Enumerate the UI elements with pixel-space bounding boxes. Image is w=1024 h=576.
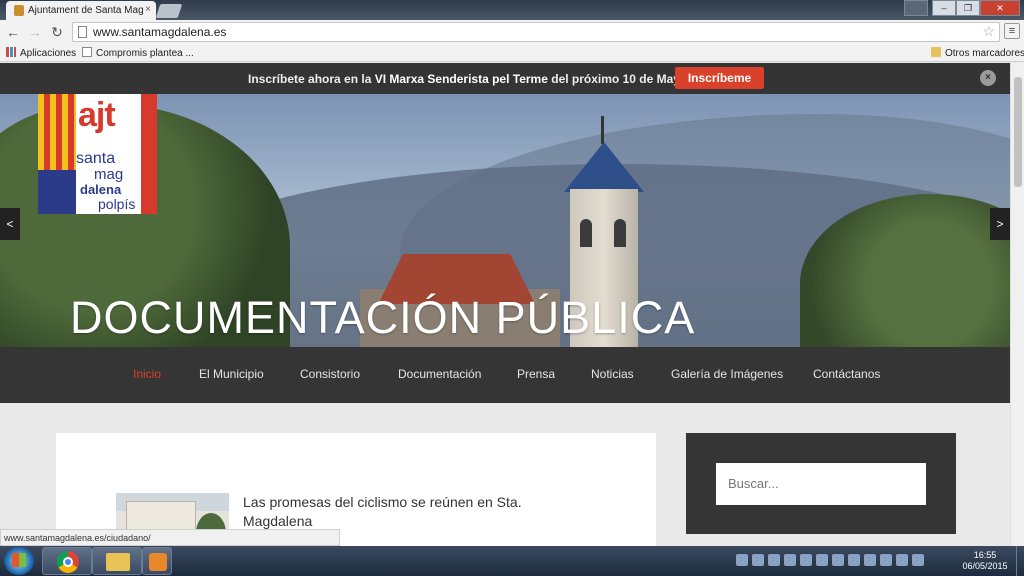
bookmark-item[interactable]: Compromis plantea ... bbox=[82, 47, 194, 59]
close-announcement-icon[interactable]: × bbox=[980, 70, 996, 86]
browser-tab[interactable]: Ajuntament de Santa Mag × bbox=[6, 1, 156, 20]
taskbar-explorer[interactable] bbox=[92, 547, 142, 575]
bookmark-other-label: Otros marcadores bbox=[945, 48, 1024, 59]
bookmarks-bar: Aplicaciones Compromis plantea ... Otros… bbox=[0, 44, 1024, 62]
tray-icon[interactable] bbox=[768, 554, 780, 566]
main-navigation: Inicio El Municipio Consistorio Document… bbox=[0, 347, 1010, 403]
hero-spire-shape bbox=[601, 116, 604, 144]
taskbar-media-player[interactable] bbox=[142, 547, 172, 575]
window-controls: – ❐ ✕ bbox=[904, 0, 1020, 16]
logo-line-4: polpís bbox=[98, 196, 136, 212]
close-window-button[interactable]: ✕ bbox=[980, 0, 1020, 16]
tray-icon[interactable] bbox=[736, 554, 748, 566]
taskbar-chrome[interactable] bbox=[42, 547, 92, 575]
tray-icon[interactable] bbox=[784, 554, 796, 566]
taskbar-clock[interactable]: 16:55 06/05/2015 bbox=[955, 550, 1015, 572]
bookmark-apps[interactable]: Aplicaciones bbox=[6, 47, 76, 59]
scrollbar-thumb[interactable] bbox=[1014, 77, 1022, 187]
forward-arrow-icon[interactable]: → bbox=[26, 23, 44, 41]
logo-line-3: dalena bbox=[80, 182, 122, 197]
hero-tower-window bbox=[614, 219, 626, 247]
apps-grid-icon bbox=[6, 47, 16, 57]
media-player-icon bbox=[149, 553, 167, 571]
show-desktop-button[interactable] bbox=[1016, 546, 1024, 576]
address-bar[interactable]: www.santamagdalena.es ☆ bbox=[72, 22, 1000, 42]
bookmark-other[interactable]: Otros marcadores bbox=[931, 47, 1024, 59]
register-button[interactable]: Inscríbeme bbox=[675, 67, 764, 89]
chrome-icon bbox=[57, 551, 79, 573]
start-button[interactable] bbox=[4, 547, 34, 575]
nav-item-municipio[interactable]: El Municipio bbox=[199, 367, 264, 381]
logo-ajt-text: ajt bbox=[78, 96, 116, 134]
logo-emblem bbox=[38, 170, 76, 214]
hero-title: DOCUMENTACIÓN PÚBLICA bbox=[70, 292, 696, 343]
tray-icon[interactable] bbox=[816, 554, 828, 566]
slider-prev-button[interactable]: < bbox=[0, 208, 20, 240]
windows-logo-icon bbox=[12, 553, 26, 567]
announcement-suffix: del próximo 10 de Mayo bbox=[547, 72, 688, 86]
nav-item-documentacion[interactable]: Documentación bbox=[398, 367, 481, 381]
tray-icon[interactable] bbox=[832, 554, 844, 566]
tray-icon[interactable] bbox=[848, 554, 860, 566]
logo-line-1: santa bbox=[76, 150, 116, 167]
bookmark-star-icon[interactable]: ☆ bbox=[982, 23, 995, 40]
chrome-menu-icon[interactable]: ≡ bbox=[1004, 23, 1020, 39]
slider-next-button[interactable]: > bbox=[990, 208, 1010, 240]
system-tray bbox=[736, 554, 924, 566]
maximize-button[interactable]: ❐ bbox=[956, 0, 980, 16]
page-icon bbox=[82, 47, 92, 57]
post-title-link[interactable]: Las promesas del ciclismo se reúnen en S… bbox=[243, 493, 573, 531]
nav-item-contactanos[interactable]: Contáctanos bbox=[813, 367, 880, 381]
reload-icon[interactable]: ↻ bbox=[48, 23, 66, 41]
browser-toolbar: ← → ↻ www.santamagdalena.es ☆ ≡ bbox=[0, 20, 1024, 44]
clock-time: 16:55 bbox=[973, 550, 997, 560]
tray-icon[interactable] bbox=[800, 554, 812, 566]
logo-line-2: mag bbox=[94, 166, 124, 183]
nav-item-inicio[interactable]: Inicio bbox=[133, 367, 161, 381]
page-icon bbox=[78, 26, 87, 38]
logo-red-band bbox=[141, 94, 157, 214]
nav-item-prensa[interactable]: Prensa bbox=[517, 367, 555, 381]
tab-title: Ajuntament de Santa Mag bbox=[28, 5, 144, 16]
sidebar-search-widget: Buscar... bbox=[686, 433, 956, 534]
folder-icon bbox=[106, 553, 130, 571]
website-viewport: Inscríbete ahora en la VI Marxa Senderis… bbox=[0, 63, 1010, 546]
bookmark-apps-label: Aplicaciones bbox=[20, 48, 77, 59]
tray-icon[interactable] bbox=[752, 554, 764, 566]
nav-item-noticias[interactable]: Noticias bbox=[591, 367, 634, 381]
address-url: www.santamagdalena.es bbox=[93, 25, 227, 39]
clock-date: 06/05/2015 bbox=[962, 561, 1008, 571]
new-tab-button[interactable] bbox=[155, 4, 183, 18]
site-favicon-icon bbox=[14, 5, 24, 16]
site-logo[interactable]: ajt santa mag dalena polpís bbox=[38, 94, 157, 214]
announcement-prefix: Inscríbete ahora en la bbox=[248, 72, 375, 86]
tab-close-icon[interactable]: × bbox=[145, 4, 151, 15]
volume-icon[interactable] bbox=[896, 554, 908, 566]
windows-taskbar: 16:55 06/05/2015 bbox=[0, 546, 1024, 576]
search-input[interactable]: Buscar... bbox=[716, 463, 926, 505]
browser-tabstrip: Ajuntament de Santa Mag × – ❐ ✕ bbox=[0, 0, 1024, 20]
network-icon[interactable] bbox=[880, 554, 892, 566]
bookmark-item-label: Compromis plantea ... bbox=[96, 48, 194, 59]
page-scrollbar[interactable] bbox=[1010, 63, 1024, 546]
hero-tower-window bbox=[580, 219, 592, 247]
nav-item-galeria[interactable]: Galería de Imágenes bbox=[671, 367, 783, 381]
folder-icon bbox=[931, 47, 941, 57]
minimize-button[interactable]: – bbox=[932, 0, 956, 16]
user-profile-icon[interactable] bbox=[904, 0, 928, 16]
language-icon[interactable] bbox=[912, 554, 924, 566]
tray-icon[interactable] bbox=[864, 554, 876, 566]
status-bar-url: www.santamagdalena.es/ciudadano/ bbox=[0, 529, 340, 546]
announcement-bar: Inscríbete ahora en la VI Marxa Senderis… bbox=[0, 63, 1010, 94]
back-arrow-icon[interactable]: ← bbox=[4, 23, 22, 41]
announcement-text: Inscríbete ahora en la VI Marxa Senderis… bbox=[248, 72, 687, 86]
announcement-event: VI Marxa Senderista pel Terme bbox=[374, 72, 548, 86]
nav-item-consistorio[interactable]: Consistorio bbox=[300, 367, 360, 381]
